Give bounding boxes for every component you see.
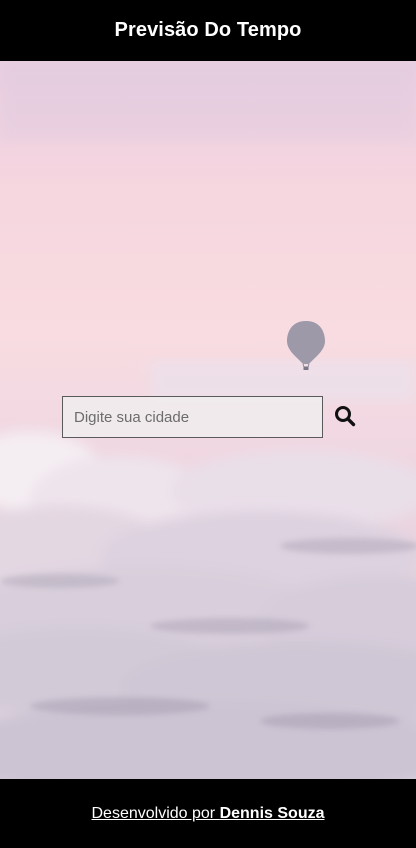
credit-prefix: Desenvolvido por xyxy=(91,804,220,822)
app-header: Previsão Do Tempo xyxy=(0,0,416,61)
app-footer: Desenvolvido por Dennis Souza xyxy=(0,779,416,848)
author-name: Dennis Souza xyxy=(219,804,325,822)
sky-background xyxy=(0,61,416,779)
page-title: Previsão Do Tempo xyxy=(114,19,302,41)
search-icon xyxy=(335,406,356,427)
search-form xyxy=(62,396,357,438)
search-button[interactable] xyxy=(333,405,357,429)
city-search-input[interactable] xyxy=(62,396,323,438)
developer-credit-link[interactable]: Desenvolvido por Dennis Souza xyxy=(92,805,325,823)
